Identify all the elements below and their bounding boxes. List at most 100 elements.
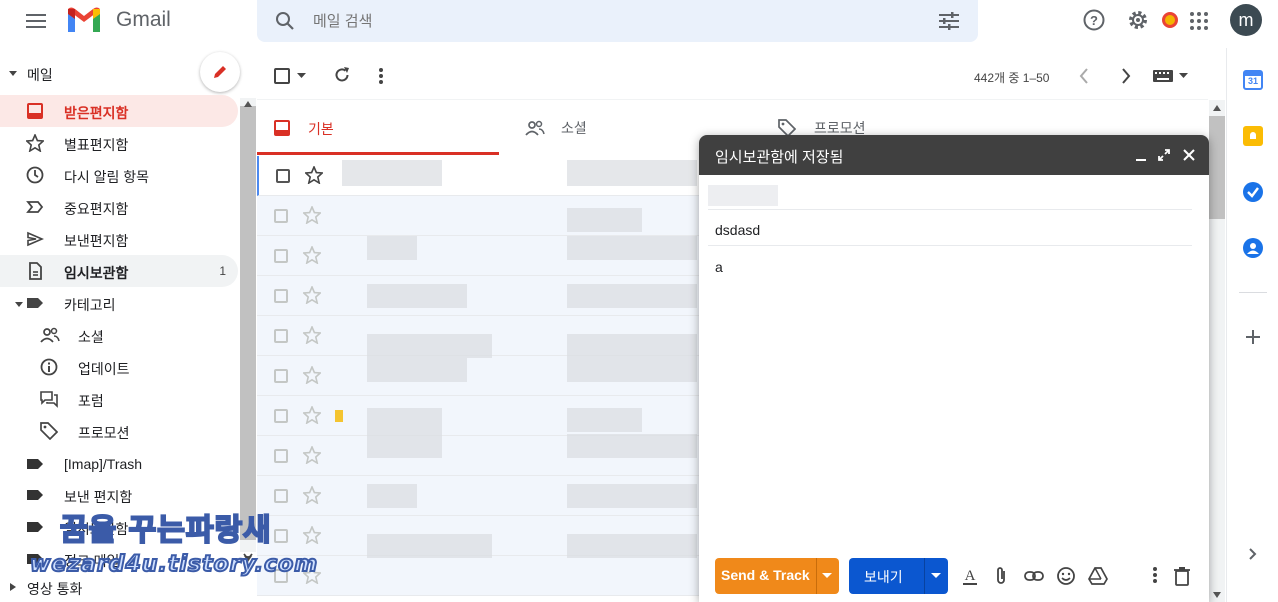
insert-emoji-icon[interactable]	[1056, 566, 1076, 586]
tab-primary[interactable]: 기본	[257, 101, 499, 155]
select-all-checkbox[interactable]	[274, 68, 290, 84]
star-icon[interactable]	[303, 206, 321, 224]
refresh-icon[interactable]	[333, 66, 353, 86]
gmail-logo-icon[interactable]	[66, 6, 102, 34]
blurred-content	[367, 284, 467, 308]
scroll-up-arrow-icon[interactable]	[1213, 105, 1221, 111]
star-icon[interactable]	[303, 246, 321, 264]
minimize-icon[interactable]	[1135, 151, 1147, 161]
star-icon[interactable]	[303, 486, 321, 504]
star-icon[interactable]	[303, 406, 321, 424]
insert-link-icon[interactable]	[1024, 566, 1044, 586]
search-icon[interactable]	[273, 9, 297, 33]
row-checkbox[interactable]	[274, 329, 288, 343]
row-checkbox[interactable]	[274, 289, 288, 303]
sidebar-item-starred[interactable]: 별표편지함	[0, 127, 238, 159]
send-track-dropdown-icon[interactable]	[822, 573, 832, 579]
drafts-count: 1	[219, 264, 226, 278]
star-icon[interactable]	[303, 286, 321, 304]
tag-icon	[40, 422, 60, 440]
watermark-url: wezard4u.tistory.com	[29, 551, 319, 578]
list-toolbar: 442개 중 1–50	[257, 48, 1208, 100]
compose-header[interactable]: 임시보관함에 저장됨	[699, 135, 1209, 175]
sidebar-item-updates[interactable]: 업데이트	[0, 351, 238, 383]
search-bar[interactable]	[257, 0, 978, 42]
people-icon	[40, 326, 60, 344]
show-panel-chevron-icon[interactable]	[1249, 548, 1257, 560]
star-icon[interactable]	[303, 326, 321, 344]
row-checkbox[interactable]	[274, 409, 288, 423]
recipients-field[interactable]	[708, 175, 1192, 210]
sidebar-item-snoozed[interactable]: 다시 알림 항목	[0, 159, 238, 191]
sidebar-item-sent[interactable]: 보낸편지함	[0, 223, 238, 255]
table-row[interactable]	[257, 556, 699, 596]
help-icon[interactable]: ?	[1082, 8, 1106, 32]
row-checkbox[interactable]	[274, 489, 288, 503]
star-icon[interactable]	[303, 446, 321, 464]
label-icon	[26, 294, 46, 312]
close-icon[interactable]	[1183, 149, 1195, 161]
tasks-icon[interactable]	[1243, 182, 1263, 202]
sidebar-item-forums[interactable]: 포럼	[0, 383, 238, 415]
scroll-up-arrow-icon[interactable]	[244, 101, 252, 107]
schedule-send-dropdown-icon[interactable]	[931, 573, 941, 579]
scroll-down-arrow-icon[interactable]	[1213, 592, 1221, 598]
compose-pencil-button[interactable]	[200, 52, 240, 92]
star-icon[interactable]	[303, 526, 321, 544]
search-input[interactable]	[313, 8, 873, 34]
body-editor[interactable]: a	[708, 247, 1192, 547]
expand-categories-icon[interactable]	[14, 299, 24, 309]
add-addon-icon[interactable]	[1245, 329, 1261, 345]
keep-icon[interactable]	[1243, 126, 1263, 146]
blurred-content	[342, 160, 442, 186]
search-options-icon[interactable]	[937, 9, 961, 33]
expand-video-call-icon[interactable]	[9, 582, 17, 592]
row-checkbox[interactable]	[274, 449, 288, 463]
star-icon[interactable]	[303, 366, 321, 384]
more-options-icon[interactable]	[1152, 566, 1172, 586]
sidebar-item-social[interactable]: 소셜	[0, 319, 238, 351]
keyboard-icon[interactable]	[1153, 70, 1173, 82]
sidebar-item-important[interactable]: 중요편지함	[0, 191, 238, 223]
sidebar-item-inbox[interactable]: 받은편지함	[0, 95, 238, 127]
extension-status-icon[interactable]	[1162, 12, 1178, 28]
sidebar-scrollbar[interactable]	[240, 98, 256, 552]
label-icon	[26, 455, 46, 473]
account-avatar[interactable]: m	[1230, 4, 1262, 36]
list-scrollbar[interactable]	[1209, 100, 1225, 602]
main-menu-icon[interactable]	[24, 9, 48, 33]
fullscreen-icon[interactable]	[1158, 149, 1170, 161]
prev-page-icon[interactable]	[1079, 68, 1089, 84]
attach-file-icon[interactable]	[992, 566, 1012, 586]
sidebar-item-imap-trash[interactable]: [Imap]/Trash	[0, 448, 238, 480]
blurred-content	[567, 484, 697, 508]
discard-draft-icon[interactable]	[1173, 566, 1193, 586]
next-page-icon[interactable]	[1121, 68, 1131, 84]
google-drive-icon[interactable]	[1088, 566, 1108, 586]
compose-title: 임시보관함에 저장됨	[715, 149, 844, 166]
send-button[interactable]: 보내기	[849, 558, 948, 594]
formatting-options-icon[interactable]: A	[961, 566, 981, 586]
sidebar-item-categories[interactable]: 카테고리	[0, 287, 238, 319]
sidebar-item-promotions[interactable]: 프로모션	[0, 415, 238, 447]
row-checkbox[interactable]	[274, 209, 288, 223]
calendar-icon[interactable]: 31	[1243, 70, 1263, 90]
blurred-content	[567, 534, 697, 558]
row-checkbox[interactable]	[274, 529, 288, 543]
subject-field[interactable]: dsdasd	[708, 210, 1192, 246]
row-checkbox[interactable]	[274, 369, 288, 383]
row-checkbox[interactable]	[276, 169, 290, 183]
row-checkbox[interactable]	[274, 249, 288, 263]
svg-text:?: ?	[1090, 13, 1098, 28]
forum-icon	[40, 390, 60, 408]
more-actions-icon[interactable]	[378, 67, 384, 85]
collapse-mail-icon[interactable]	[8, 68, 18, 78]
input-tools-dropdown-icon[interactable]	[1179, 73, 1188, 79]
send-and-track-button[interactable]: Send & Track	[715, 558, 839, 594]
select-dropdown-icon[interactable]	[297, 73, 306, 79]
star-icon[interactable]	[305, 166, 323, 184]
contacts-icon[interactable]	[1243, 238, 1263, 258]
sidebar-item-drafts[interactable]: 임시보관함 1	[0, 255, 238, 287]
apps-grid-icon[interactable]	[1189, 11, 1209, 31]
settings-gear-icon[interactable]	[1126, 8, 1150, 32]
